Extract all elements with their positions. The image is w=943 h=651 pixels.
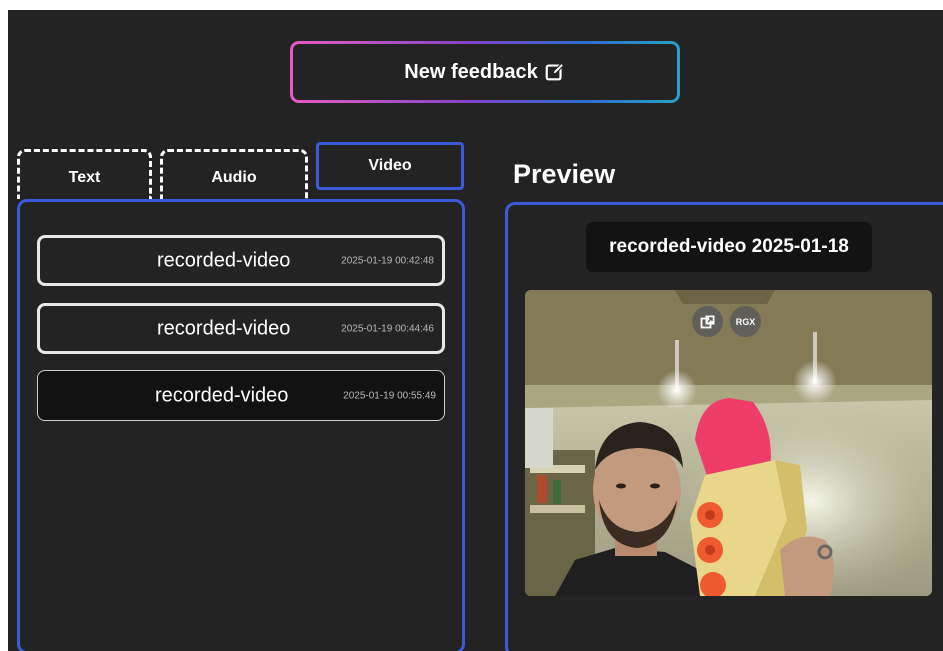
- preview-title: recorded-video 2025-01-18: [586, 222, 872, 272]
- tab-video-label: Video: [368, 157, 412, 174]
- tab-text[interactable]: Text: [17, 149, 152, 199]
- tab-video[interactable]: Video: [316, 142, 464, 190]
- tab-text-label: Text: [68, 168, 101, 186]
- video-frame: [525, 290, 932, 596]
- recording-name: recorded-video: [157, 317, 291, 339]
- recording-timestamp: 2025-01-19 00:42:48: [341, 255, 434, 266]
- recording-timestamp: 2025-01-19 00:44:46: [341, 323, 434, 334]
- app-window: New feedback Text Audio Video recorded-v…: [8, 10, 943, 651]
- edit-icon: [544, 61, 566, 83]
- recording-name: recorded-video: [157, 249, 291, 271]
- picture-in-picture-icon: [700, 314, 716, 330]
- recording-list: recorded-video 2025-01-19 00:42:48 recor…: [17, 199, 465, 651]
- rgx-button-label: RGX: [735, 316, 756, 327]
- preview-heading: Preview: [513, 159, 616, 189]
- picture-in-picture-button[interactable]: [692, 306, 723, 337]
- preview-panel: recorded-video 2025-01-18 RGX: [505, 202, 943, 651]
- video-player[interactable]: RGX: [525, 290, 932, 596]
- rgx-button[interactable]: RGX: [730, 306, 761, 337]
- tab-audio-label: Audio: [211, 168, 257, 186]
- list-item-selected[interactable]: recorded-video 2025-01-19 00:55:49: [37, 370, 445, 421]
- new-feedback-button[interactable]: New feedback: [290, 41, 680, 103]
- recording-timestamp: 2025-01-19 00:55:49: [343, 390, 436, 401]
- list-item[interactable]: recorded-video 2025-01-19 00:42:48: [37, 235, 445, 286]
- new-feedback-button-inner: New feedback: [293, 44, 677, 100]
- tab-audio[interactable]: Audio: [160, 149, 308, 199]
- list-item[interactable]: recorded-video 2025-01-19 00:44:46: [37, 303, 445, 354]
- new-feedback-label: New feedback: [404, 60, 538, 83]
- recording-name: recorded-video: [155, 384, 289, 406]
